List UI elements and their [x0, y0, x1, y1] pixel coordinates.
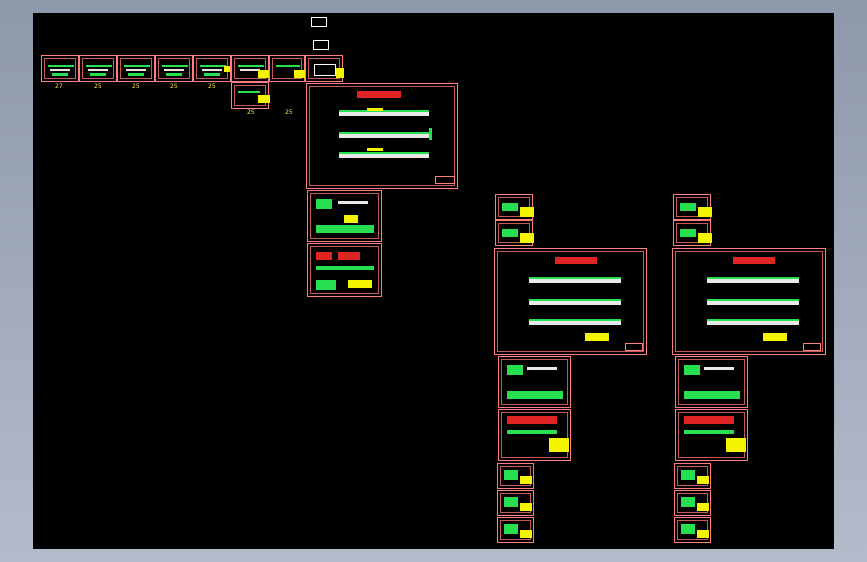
detail-sheet-3c[interactable] — [674, 463, 711, 489]
detail-sheet-3a[interactable] — [673, 194, 712, 220]
detail-sheet-2d[interactable] — [497, 490, 534, 516]
section-sheet-2b[interactable] — [498, 409, 571, 461]
block-marker-bottom — [313, 40, 329, 50]
strip-sheet-8[interactable] — [305, 55, 344, 82]
detail-sheet-small[interactable] — [231, 82, 270, 109]
section-sheet-1a[interactable] — [307, 190, 382, 242]
strip-label-1: 27 — [55, 83, 63, 90]
strip-label-5: 25 — [208, 83, 216, 90]
detail-sheet-3b[interactable] — [673, 220, 712, 246]
strip-sheet-7[interactable] — [269, 55, 306, 82]
strip-label-4: 25 — [170, 83, 178, 90]
main-sheet-1[interactable] — [306, 83, 458, 189]
strip-sheet-5[interactable] — [193, 55, 231, 82]
detail-sheet-3d[interactable] — [674, 490, 711, 516]
strip-sheet-6[interactable] — [231, 55, 270, 82]
section-sheet-3b[interactable] — [675, 409, 748, 461]
detail-sheet-2a[interactable] — [495, 194, 534, 220]
main-sheet-3[interactable] — [672, 248, 826, 355]
strip-label-3: 25 — [132, 83, 140, 90]
section-sheet-3a[interactable] — [675, 356, 748, 408]
detail-sheet-2b[interactable] — [495, 220, 534, 246]
strip-label-7: 25 — [285, 109, 293, 116]
cad-model-space[interactable]: 27 25 25 25 25 25 25 — [33, 13, 834, 549]
main-sheet-2[interactable] — [494, 248, 647, 355]
strip-label-2: 25 — [94, 83, 102, 90]
strip-label-6: 25 — [247, 109, 255, 116]
block-marker-top — [311, 17, 327, 27]
section-sheet-1b[interactable] — [307, 243, 382, 297]
strip-sheet-4[interactable] — [155, 55, 193, 82]
detail-sheet-3e[interactable] — [674, 517, 711, 543]
detail-sheet-2e[interactable] — [497, 517, 534, 543]
section-sheet-2a[interactable] — [498, 356, 571, 408]
strip-sheet-1[interactable] — [41, 55, 79, 82]
detail-sheet-2c[interactable] — [497, 463, 534, 489]
strip-sheet-2[interactable] — [79, 55, 117, 82]
strip-sheet-3[interactable] — [117, 55, 155, 82]
